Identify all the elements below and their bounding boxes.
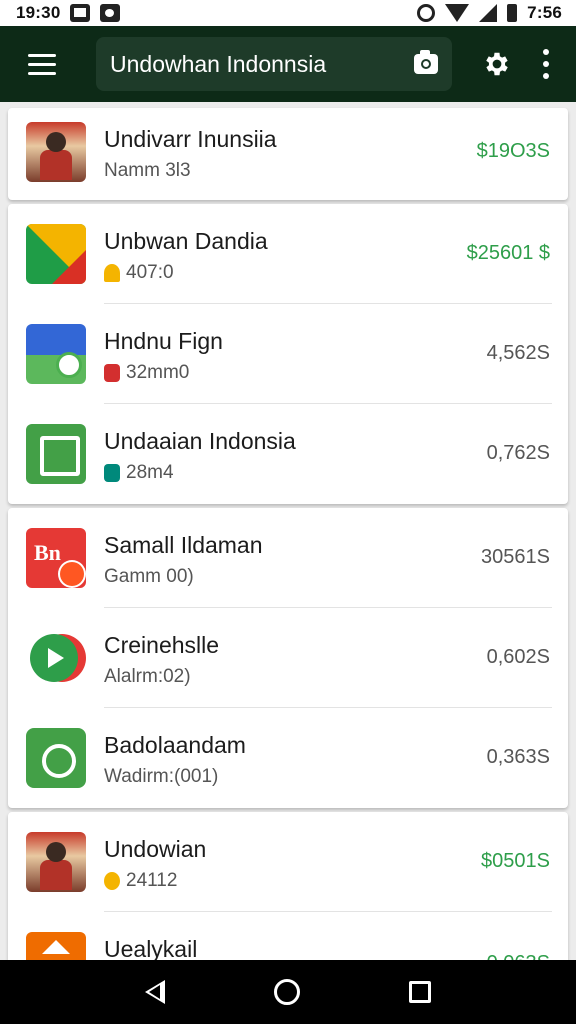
item-subtitle: 407:0 (104, 262, 174, 284)
app-bar: Undowhan Indonnsia (0, 26, 576, 102)
back-icon[interactable] (144, 980, 165, 1004)
app-list: Undivarr Inunsiia Namm 3l3 $19O3S Unbwan… (0, 102, 576, 960)
status-right: 7:56 (417, 3, 562, 23)
item-subtitle: Gamm 00) (104, 566, 194, 588)
item-subtitle-text: 32mm0 (126, 362, 190, 383)
settings-gear-icon[interactable] (482, 49, 512, 79)
item-title: Undivarr Inunsiia (104, 126, 277, 152)
badge-icon (104, 872, 120, 890)
list-item[interactable]: Unbwan Dandia 407:0 $25601 $ (8, 204, 568, 304)
list-item[interactable]: Bn Samall Ildaman Gamm 00) 30561S (8, 508, 568, 608)
alarm-icon (417, 4, 436, 22)
list-item[interactable]: Badolaandam Wadirm:(001) 0,363S (8, 708, 568, 808)
recent-apps-icon[interactable] (409, 981, 432, 1003)
list-card: Undowian 24112 $0501S Uealykail 0,063S (8, 812, 568, 960)
list-item[interactable]: Undivarr Inunsiia Namm 3l3 $19O3S (8, 102, 568, 202)
item-price: 0,063S (487, 952, 550, 960)
item-subtitle-text: Alalrm:02) (104, 666, 191, 687)
item-subtitle-text: Wadirm:(001) (104, 766, 219, 787)
item-subtitle-text: 28m4 (126, 462, 174, 483)
navigation-bar (0, 960, 576, 1024)
item-subtitle: 24112 (104, 870, 177, 892)
item-title: Hndnu Fign (104, 328, 223, 354)
list-card: Undivarr Inunsiia Namm 3l3 $19O3S (8, 108, 568, 200)
list-item[interactable]: Creinehslle Alalrm:02) 0,602S (8, 608, 568, 708)
list-card: Unbwan Dandia 407:0 $25601 $ Hndnu Fign … (8, 204, 568, 504)
battery-icon (507, 4, 518, 22)
app-notification-icon (100, 4, 121, 22)
item-subtitle-text: 24112 (126, 870, 178, 891)
status-time-left: 19:30 (16, 3, 61, 22)
item-title: Unbwan Dandia (104, 228, 268, 254)
item-title: Samall Ildaman (104, 532, 263, 558)
badge-icon (104, 364, 120, 382)
overflow-menu-icon[interactable] (542, 49, 550, 79)
app-orange-icon (26, 932, 86, 960)
status-bar: 19:30 7:56 (0, 0, 576, 26)
item-title: Creinehslle (104, 632, 220, 658)
item-price: 0,762S (486, 442, 550, 464)
mail-notification-icon (70, 4, 91, 22)
item-price: 0,602S (486, 646, 550, 668)
item-title: Badolaandam (104, 732, 246, 758)
badge-icon (104, 464, 120, 482)
list-item[interactable]: Hndnu Fign 32mm0 4,562S (8, 304, 568, 404)
list-item[interactable]: Undaaian Indonsia 28m4 0,762S (8, 404, 568, 504)
item-price: $0501S (481, 850, 550, 872)
list-card: Bn Samall Ildaman Gamm 00) 30561S Creine… (8, 508, 568, 808)
status-time-right: 7:56 (527, 3, 562, 22)
app-photo-icon (26, 832, 86, 892)
app-red-icon: Bn (26, 528, 86, 588)
app-green-icon (26, 424, 86, 484)
camera-search-icon[interactable] (414, 50, 438, 74)
item-subtitle-text: 407:0 (126, 262, 174, 283)
list-item[interactable]: Undowian 24112 $0501S (8, 812, 568, 912)
item-price: 30561S (481, 546, 550, 568)
item-price: 4,562S (486, 342, 550, 364)
home-icon[interactable] (273, 979, 300, 1005)
status-left: 19:30 (16, 3, 121, 23)
item-subtitle: 32mm0 (104, 362, 189, 384)
hamburger-menu-icon[interactable] (12, 26, 70, 102)
item-subtitle: Namm 3l3 (104, 160, 191, 182)
search-input[interactable]: Undowhan Indonnsia (96, 37, 452, 91)
item-price: $19O3S (476, 140, 550, 162)
app-triangle-icon (26, 224, 86, 284)
wifi-icon (445, 4, 470, 22)
signal-icon (479, 4, 498, 22)
item-price: 0,363S (486, 746, 550, 768)
app-play-icon (26, 628, 86, 688)
badge-icon (104, 264, 120, 282)
item-title: Uealykail (104, 936, 198, 960)
item-subtitle-text: Namm 3l3 (104, 160, 191, 181)
app-blue-icon (26, 324, 86, 384)
item-title: Undaaian Indonsia (104, 428, 296, 454)
item-subtitle: Alalrm:02) (104, 666, 191, 688)
app-chat-icon (26, 728, 86, 788)
item-subtitle: 28m4 (104, 462, 174, 484)
search-query-text: Undowhan Indonnsia (110, 50, 327, 77)
item-subtitle: Wadirm:(001) (104, 766, 218, 788)
app-photo-icon (26, 122, 86, 182)
item-subtitle-text: Gamm 00) (104, 566, 194, 587)
item-title: Undowian (104, 836, 207, 862)
item-price: $25601 $ (466, 242, 550, 264)
list-item[interactable]: Uealykail 0,063S (8, 912, 568, 960)
